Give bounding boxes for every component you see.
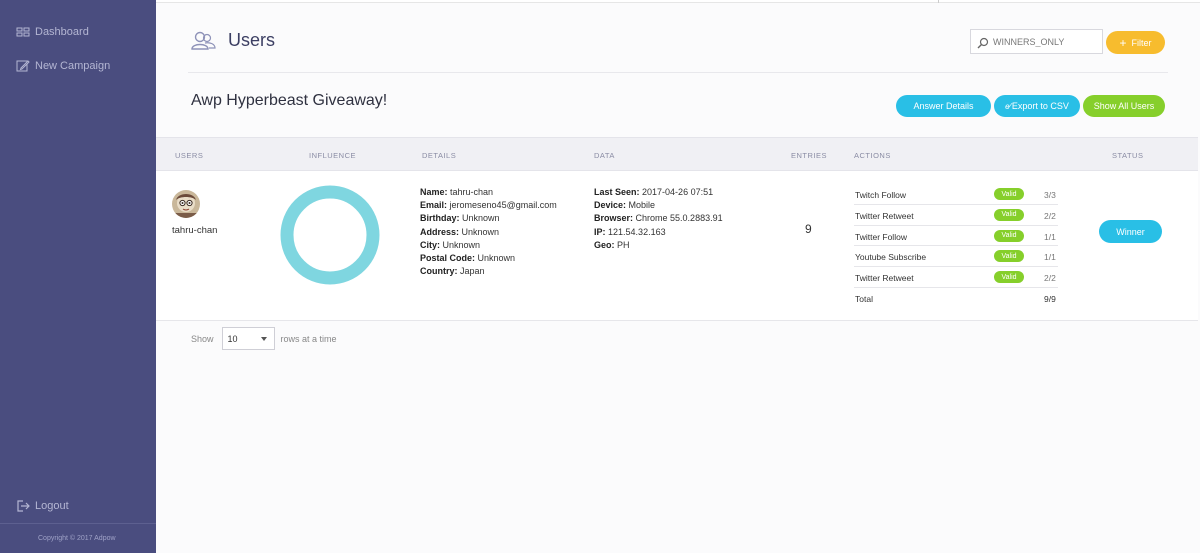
action-name: Twitter Follow: [855, 231, 907, 242]
logout-icon: [16, 499, 30, 513]
action-count: 1/1: [1044, 231, 1056, 242]
actions-list: Twitch Follow Valid 3/3 Twitter Retweet …: [854, 184, 1058, 308]
data-browser: Browser: Chrome 55.0.2883.91: [594, 213, 723, 224]
filter-button[interactable]: + Filter: [1106, 31, 1165, 54]
valid-badge: Valid: [994, 208, 1024, 221]
sidebar-item-new-campaign[interactable]: New Campaign: [16, 57, 110, 75]
detail-city: City: Unknown: [420, 239, 481, 250]
col-actions: ACTIONS: [854, 151, 891, 160]
detail-email: Email: jeromeseno45@gmail.com: [420, 200, 557, 211]
sidebar-item-label: Logout: [35, 500, 69, 512]
valid-badge: Valid: [994, 271, 1024, 284]
action-name: Twitter Retweet: [855, 273, 914, 284]
detail-country: Country: Japan: [420, 266, 485, 277]
data-device: Device: Mobile: [594, 200, 656, 211]
actions-total: Total 9/9: [854, 288, 1058, 308]
campaign-title: Awp Hyperbeast Giveaway!: [191, 92, 388, 109]
header-divider: [188, 72, 1168, 73]
copyright: Copyright © 2017 Adpow: [0, 523, 156, 553]
detail-birthday: Birthday: Unknown: [420, 213, 500, 224]
rows-suffix-label: rows at a time: [280, 333, 337, 344]
export-label: Export to CSV: [1011, 101, 1069, 111]
sidebar-item-label: New Campaign: [35, 60, 111, 72]
answer-details-button[interactable]: Answer Details: [896, 95, 991, 117]
top-divider: [938, 0, 939, 3]
action-row: Twitter Follow Valid 1/1: [854, 226, 1058, 247]
user-data: Last Seen: 2017-04-26 07:51 Device: Mobi…: [594, 186, 723, 252]
action-row: Twitter Retweet Valid 2/2: [854, 205, 1058, 226]
user-details: Name: tahru-chan Email: jeromeseno45@gma…: [420, 186, 557, 278]
col-influence: INFLUENCE: [309, 151, 357, 160]
rows-per-page-select[interactable]: 10: [221, 327, 275, 350]
valid-badge: Valid: [994, 229, 1024, 242]
dashboard-icon: [16, 25, 30, 39]
winner-status-button[interactable]: Winner: [1099, 220, 1162, 243]
detail-postal-code: Postal Code: Unknown: [420, 253, 516, 264]
entries-count: 9: [805, 222, 812, 236]
action-count: 3/3: [1044, 190, 1056, 200]
data-geo: Geo: PH: [594, 239, 630, 250]
col-users: USERS: [175, 151, 204, 160]
total-label: Total: [855, 293, 873, 304]
top-border: [156, 0, 1200, 3]
influence-chart: [280, 185, 380, 285]
sidebar: Dashboard New Campaign Logout Copyright …: [0, 0, 156, 553]
valid-badge: Valid: [994, 188, 1024, 200]
action-row: Twitter Retweet Valid 2/2: [854, 267, 1058, 288]
action-name: Twitter Retweet: [855, 210, 914, 221]
action-name: Youtube Subscribe: [855, 252, 927, 263]
avatar[interactable]: [172, 190, 200, 218]
show-label: Show: [191, 333, 214, 344]
detail-address: Address: Unknown: [420, 226, 500, 237]
users-icon: [190, 30, 216, 52]
sidebar-item-dashboard[interactable]: Dashboard: [16, 23, 89, 41]
action-count: 1/1: [1044, 252, 1056, 263]
show-all-users-button[interactable]: Show All Users: [1083, 95, 1165, 117]
page-title: Users: [228, 30, 276, 50]
pagination-control: Show 10 rows at a time: [191, 327, 337, 350]
sidebar-item-logout[interactable]: Logout: [16, 497, 69, 515]
username: tahru-chan: [172, 225, 218, 236]
valid-badge: Valid: [994, 250, 1024, 263]
data-last-seen: Last Seen: 2017-04-26 07:51: [594, 187, 714, 197]
detail-name: Name: tahru-chan: [420, 187, 494, 197]
search-box[interactable]: [970, 29, 1103, 54]
col-entries: ENTRIES: [791, 151, 828, 160]
action-name: Twitch Follow: [855, 190, 907, 200]
filter-label: Filter: [1131, 37, 1152, 48]
action-row: Twitch Follow Valid 3/3: [854, 184, 1058, 205]
csv-icon: e⁄: [1005, 101, 1011, 111]
chevron-down-icon: [260, 336, 267, 341]
total-count: 9/9: [1044, 293, 1056, 304]
rows-value: 10: [227, 333, 238, 344]
action-count: 2/2: [1044, 273, 1056, 284]
search-icon: [977, 36, 989, 48]
col-data: DATA: [594, 151, 615, 160]
col-status: STATUS: [1112, 151, 1144, 160]
plus-icon: +: [1119, 35, 1127, 50]
col-details: DETAILS: [422, 151, 457, 160]
action-row: Youtube Subscribe Valid 1/1: [854, 246, 1058, 268]
export-csv-button[interactable]: e⁄ Export to CSV: [994, 95, 1080, 117]
data-ip: IP: 121.54.32.163: [594, 226, 666, 237]
edit-icon: [16, 59, 30, 73]
action-count: 2/2: [1044, 210, 1056, 221]
search-input[interactable]: [993, 36, 1093, 47]
table-header: USERS INFLUENCE DETAILS DATA ENTRIES ACT…: [156, 137, 1198, 171]
sidebar-item-label: Dashboard: [35, 26, 89, 38]
